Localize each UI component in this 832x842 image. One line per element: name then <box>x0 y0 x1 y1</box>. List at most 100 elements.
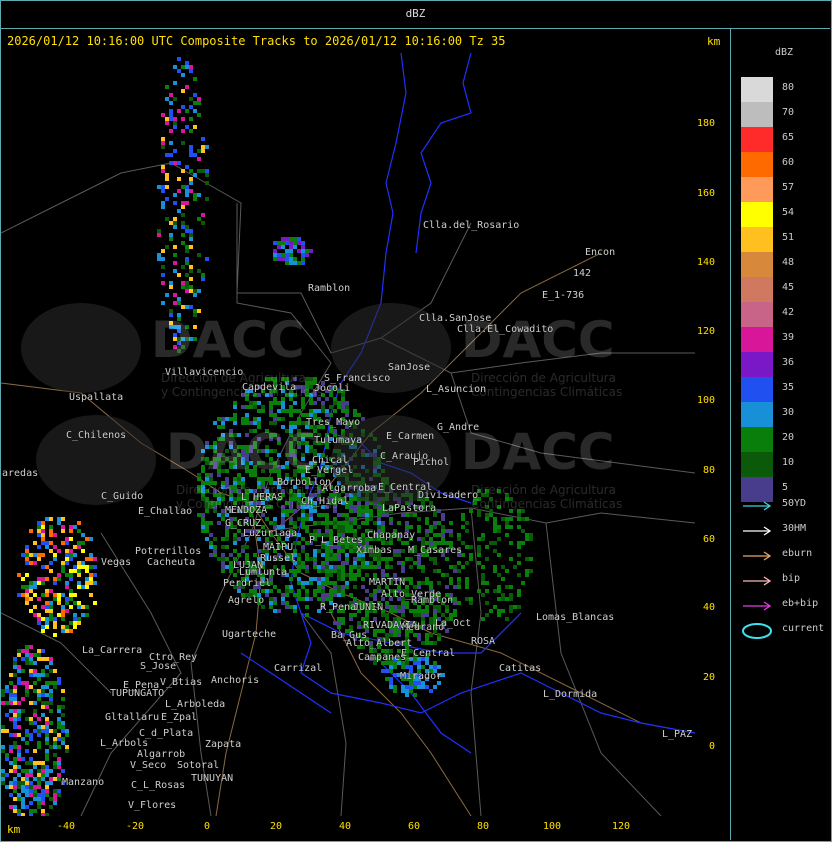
echo-pixel <box>333 525 337 529</box>
echo-pixel <box>393 673 397 677</box>
echo-pixel <box>41 537 45 541</box>
echo-pixel <box>349 525 353 529</box>
echo-pixel <box>529 569 533 573</box>
echo-pixel <box>69 529 73 533</box>
echo-pixel <box>257 401 261 405</box>
echo-pixel <box>13 805 17 809</box>
echo-pixel <box>45 601 49 605</box>
echo-pixel <box>29 653 33 657</box>
echo-pixel <box>69 589 73 593</box>
echo-pixel <box>401 613 405 617</box>
echo-pixel <box>61 697 65 701</box>
echo-pixel <box>197 269 201 273</box>
echo-pixel <box>37 745 41 749</box>
echo-pixel <box>445 609 449 613</box>
echo-pixel <box>205 521 209 525</box>
echo-pixel <box>65 573 69 577</box>
echo-pixel <box>41 701 45 705</box>
echo-pixel <box>37 793 41 797</box>
echo-pixel <box>25 749 29 753</box>
echo-pixel <box>69 605 73 609</box>
echo-pixel <box>393 685 397 689</box>
echo-pixel <box>77 581 81 585</box>
echo-pixel <box>189 229 193 233</box>
echo-pixel <box>169 129 173 133</box>
echo-pixel <box>493 565 497 569</box>
echo-pixel <box>501 609 505 613</box>
echo-pixel <box>37 761 41 765</box>
y-tick-label: 140 <box>697 257 716 268</box>
echo-pixel <box>313 529 317 533</box>
echo-pixel <box>41 801 45 805</box>
echo-pixel <box>45 785 49 789</box>
echo-pixel <box>9 693 13 697</box>
echo-pixel <box>441 573 445 577</box>
echo-pixel <box>37 781 41 785</box>
echo-pixel <box>345 585 349 589</box>
echo-pixel <box>189 285 193 289</box>
echo-pixel <box>93 557 97 561</box>
scale-label: 57 <box>782 182 795 193</box>
echo-pixel <box>221 553 225 557</box>
echo-pixel <box>449 521 453 525</box>
echo-pixel <box>345 553 349 557</box>
echo-pixel <box>37 613 41 617</box>
echo-pixel <box>33 789 37 793</box>
echo-pixel <box>161 273 165 277</box>
echo-pixel <box>93 581 97 585</box>
echo-pixel <box>301 581 305 585</box>
place-label: Lomas_Blancas <box>536 612 615 623</box>
echo-pixel <box>193 197 197 201</box>
echo-pixel <box>433 525 437 529</box>
echo-pixel <box>505 617 509 621</box>
echo-pixel <box>1 749 5 753</box>
echo-pixel <box>61 529 65 533</box>
echo-pixel <box>61 617 65 621</box>
echo-pixel <box>333 409 337 413</box>
echo-pixel <box>305 581 309 585</box>
echo-pixel <box>165 121 169 125</box>
echo-pixel <box>33 721 37 725</box>
echo-pixel <box>5 773 9 777</box>
echo-pixel <box>5 729 9 733</box>
echo-pixel <box>189 269 193 273</box>
echo-pixel <box>197 253 201 257</box>
echo-pixel <box>373 633 377 637</box>
echo-pixel <box>285 601 289 605</box>
echo-pixel <box>49 729 53 733</box>
echo-pixel <box>37 797 41 801</box>
echo-pixel <box>177 189 181 193</box>
echo-pixel <box>57 521 61 525</box>
place-label: Potrerillos <box>135 546 202 557</box>
echo-pixel <box>421 581 425 585</box>
echo-pixel <box>245 405 249 409</box>
echo-pixel <box>53 617 57 621</box>
echo-pixel <box>397 561 401 565</box>
echo-pixel <box>301 245 305 249</box>
echo-pixel <box>345 557 349 561</box>
echo-pixel <box>449 533 453 537</box>
place-label: Catitas <box>499 663 542 674</box>
echo-pixel <box>45 813 49 816</box>
echo-pixel <box>377 557 381 561</box>
echo-pixel <box>281 417 285 421</box>
echo-pixel <box>441 537 445 541</box>
scale-label: 80 <box>782 82 795 93</box>
echo-pixel <box>29 809 33 813</box>
radar-map[interactable]: DACC Dirección de Agricultura y Contingenc… <box>1 53 695 816</box>
echo-pixel <box>525 573 529 577</box>
echo-pixel <box>325 397 329 401</box>
echo-pixel <box>273 609 277 613</box>
echo-pixel <box>13 789 17 793</box>
echo-pixel <box>377 513 381 517</box>
echo-pixel <box>181 213 185 217</box>
echo-pixel <box>285 261 289 265</box>
echo-pixel <box>185 201 189 205</box>
echo-pixel <box>425 581 429 585</box>
echo-pixel <box>241 405 245 409</box>
echo-pixel <box>53 741 57 745</box>
place-label: M_Casares <box>408 545 463 556</box>
place-label: Villavicencio <box>165 367 244 378</box>
echo-pixel <box>317 569 321 573</box>
echo-pixel <box>57 765 61 769</box>
